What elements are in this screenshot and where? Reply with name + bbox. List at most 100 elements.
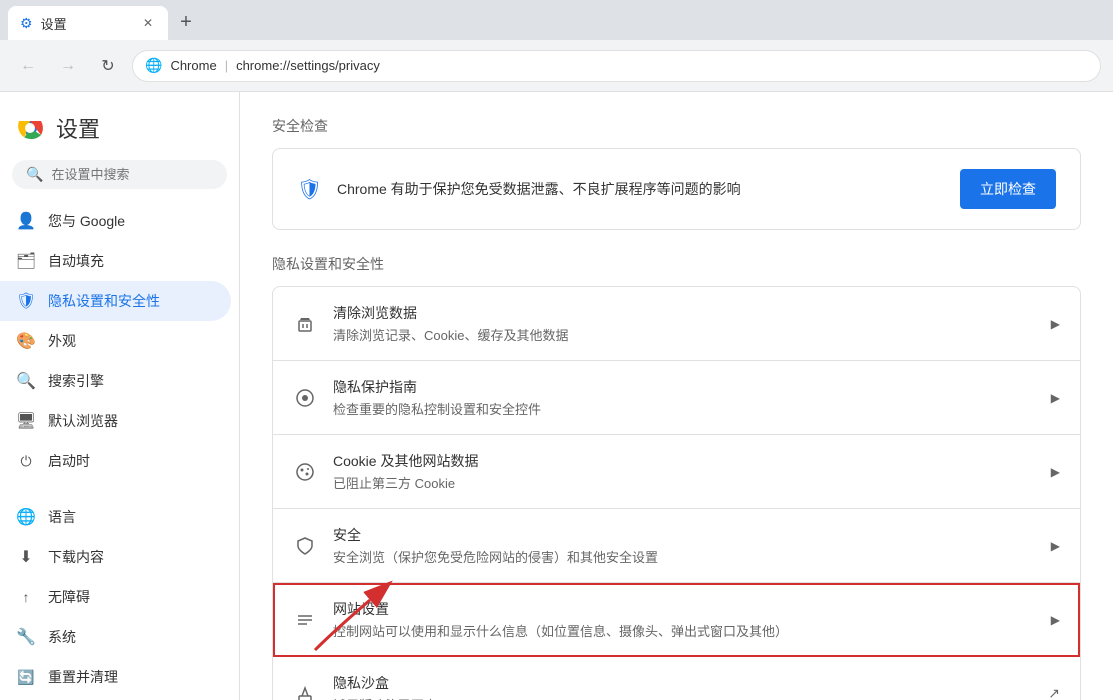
sidebar-label-reset: 重置并清理 <box>48 667 118 687</box>
settings-list: 清除浏览数据 清除浏览记录、Cookie、缓存及其他数据 ▶ 隐私保护指南 检查… <box>272 286 1081 700</box>
tab-close-button[interactable]: ✕ <box>140 15 156 31</box>
privacy-section-title: 隐私设置和安全性 <box>272 254 1081 274</box>
sidebar-label-google: 您与 Google <box>48 211 125 231</box>
main-area: 设置 🔍 👤 您与 Google 🗂 自动填充 🛡 隐私设置和安全性 <box>0 92 1113 700</box>
settings-item-cookies[interactable]: Cookie 及其他网站数据 已阻止第三方 Cookie ▶ <box>273 435 1080 509</box>
settings-item-site-settings[interactable]: 网站设置 控制网站可以使用和显示什么信息（如位置信息、摄像头、弹出式窗口及其他）… <box>273 583 1080 657</box>
settings-tab[interactable]: ⚙ 设置 ✕ <box>8 6 168 40</box>
startup-icon: ⏻ <box>16 451 36 471</box>
system-icon: 🔧 <box>16 627 36 647</box>
accessibility-icon: ↑ <box>16 587 36 607</box>
search-bar[interactable]: 🔍 <box>12 160 227 189</box>
url-bar[interactable]: 🌐 Chrome | chrome://settings/privacy <box>132 50 1101 82</box>
sidebar-item-accessibility[interactable]: ↑ 无障碍 <box>0 577 231 617</box>
sidebar-label-system: 系统 <box>48 627 76 647</box>
tab-bar: ⚙ 设置 ✕ + <box>0 0 1113 40</box>
site-settings-content: 网站设置 控制网站可以使用和显示什么信息（如位置信息、摄像头、弹出式窗口及其他） <box>333 599 1035 640</box>
download-icon: ⬇ <box>16 547 36 567</box>
sidebar-label-autofill: 自动填充 <box>48 251 104 271</box>
security-desc: 安全浏览（保护您免受危险网站的侵害）和其他安全设置 <box>333 547 1035 566</box>
url-separator: | <box>225 58 228 73</box>
check-now-button[interactable]: 立即检查 <box>960 169 1056 209</box>
sidebar-header: 设置 <box>0 100 239 160</box>
browser-frame: ⚙ 设置 ✕ + ← → ↻ 🌐 Chrome | chrome://setti… <box>0 0 1113 700</box>
autofill-icon: 🗂 <box>16 251 36 271</box>
clear-browsing-name: 清除浏览数据 <box>333 303 1035 323</box>
back-button[interactable]: ← <box>12 50 44 82</box>
cookies-desc: 已阻止第三方 Cookie <box>333 473 1035 492</box>
security-name: 安全 <box>333 525 1035 545</box>
security-card: 🛡 Chrome 有助于保护您免受数据泄露、不良扩展程序等问题的影响 立即检查 <box>272 148 1081 230</box>
new-tab-button[interactable]: + <box>170 6 202 38</box>
tab-settings-icon: ⚙ <box>20 15 33 32</box>
sandbox-name: 隐私沙盒 <box>333 673 1032 693</box>
sandbox-external-icon: ↗ <box>1048 685 1060 700</box>
clear-browsing-icon <box>293 312 317 336</box>
sidebar-item-reset[interactable]: 🔄 重置并清理 <box>0 657 231 697</box>
sidebar-label-browser: 默认浏览器 <box>48 411 118 431</box>
reset-icon: 🔄 <box>16 667 36 687</box>
url-brand: Chrome <box>170 58 216 73</box>
search-icon: 🔍 <box>26 166 43 183</box>
security-content: 安全 安全浏览（保护您免受危险网站的侵害）和其他安全设置 <box>333 525 1035 566</box>
chrome-logo-icon <box>16 114 44 142</box>
sidebar-item-default-browser[interactable]: 🖥 默认浏览器 <box>0 401 231 441</box>
sidebar: 设置 🔍 👤 您与 Google 🗂 自动填充 🛡 隐私设置和安全性 <box>0 92 240 700</box>
privacy-shield-icon: 🛡 <box>16 291 36 311</box>
sidebar-item-google[interactable]: 👤 您与 Google <box>0 201 231 241</box>
sandbox-icon <box>293 682 317 700</box>
sandbox-content: 隐私沙盒 试用版功能已开启 <box>333 673 1032 700</box>
privacy-guide-name: 隐私保护指南 <box>333 377 1035 397</box>
privacy-guide-icon <box>293 386 317 410</box>
security-item-icon <box>293 534 317 558</box>
url-globe-icon: 🌐 <box>145 57 162 74</box>
content-area: 安全检查 🛡 Chrome 有助于保护您免受数据泄露、不良扩展程序等问题的影响 … <box>240 92 1113 700</box>
cookies-icon <box>293 460 317 484</box>
address-bar: ← → ↻ 🌐 Chrome | chrome://settings/priva… <box>0 40 1113 92</box>
refresh-button[interactable]: ↻ <box>92 50 124 82</box>
site-settings-name: 网站设置 <box>333 599 1035 619</box>
sidebar-label-accessibility: 无障碍 <box>48 587 90 607</box>
cookies-content: Cookie 及其他网站数据 已阻止第三方 Cookie <box>333 451 1035 492</box>
language-icon: 🌐 <box>16 507 36 527</box>
settings-item-security[interactable]: 安全 安全浏览（保护您免受危险网站的侵害）和其他安全设置 ▶ <box>273 509 1080 583</box>
google-account-icon: 👤 <box>16 211 36 231</box>
privacy-guide-desc: 检查重要的隐私控制设置和安全控件 <box>333 399 1035 418</box>
sidebar-label-appearance: 外观 <box>48 331 76 351</box>
search-input[interactable] <box>51 167 213 182</box>
sidebar-item-startup[interactable]: ⏻ 启动时 <box>0 441 231 481</box>
clear-browsing-content: 清除浏览数据 清除浏览记录、Cookie、缓存及其他数据 <box>333 303 1035 344</box>
settings-item-sandbox[interactable]: 隐私沙盒 试用版功能已开启 ↗ <box>273 657 1080 700</box>
sidebar-label-startup: 启动时 <box>48 451 90 471</box>
sidebar-item-download[interactable]: ⬇ 下载内容 <box>0 537 231 577</box>
privacy-guide-content: 隐私保护指南 检查重要的隐私控制设置和安全控件 <box>333 377 1035 418</box>
sidebar-item-appearance[interactable]: 🎨 外观 <box>0 321 231 361</box>
forward-button[interactable]: → <box>52 50 84 82</box>
sidebar-app-title: 设置 <box>56 112 100 144</box>
search-engine-icon: 🔍 <box>16 371 36 391</box>
sidebar-item-system[interactable]: 🔧 系统 <box>0 617 231 657</box>
security-card-text: Chrome 有助于保护您免受数据泄露、不良扩展程序等问题的影响 <box>337 179 944 199</box>
settings-item-clear-browsing[interactable]: 清除浏览数据 清除浏览记录、Cookie、缓存及其他数据 ▶ <box>273 287 1080 361</box>
cookies-arrow: ▶ <box>1051 465 1060 479</box>
sidebar-item-language[interactable]: 🌐 语言 <box>0 497 231 537</box>
sidebar-item-search[interactable]: 🔍 搜索引擎 <box>0 361 231 401</box>
search-container: 🔍 <box>0 160 239 201</box>
sandbox-desc: 试用版功能已开启 <box>333 695 1032 700</box>
tab-settings-label: 设置 <box>41 14 67 33</box>
cookies-name: Cookie 及其他网站数据 <box>333 451 1035 471</box>
settings-item-privacy-guide[interactable]: 隐私保护指南 检查重要的隐私控制设置和安全控件 ▶ <box>273 361 1080 435</box>
security-check-title: 安全检查 <box>272 116 1081 136</box>
site-settings-icon <box>293 608 317 632</box>
sidebar-item-privacy[interactable]: 🛡 隐私设置和安全性 <box>0 281 231 321</box>
default-browser-icon: 🖥 <box>16 411 36 431</box>
clear-browsing-desc: 清除浏览记录、Cookie、缓存及其他数据 <box>333 325 1035 344</box>
sidebar-label-search: 搜索引擎 <box>48 371 104 391</box>
appearance-icon: 🎨 <box>16 331 36 351</box>
sidebar-item-autofill[interactable]: 🗂 自动填充 <box>0 241 231 281</box>
sidebar-label-privacy: 隐私设置和安全性 <box>48 291 160 311</box>
site-settings-desc: 控制网站可以使用和显示什么信息（如位置信息、摄像头、弹出式窗口及其他） <box>333 621 1035 640</box>
url-path: chrome://settings/privacy <box>236 58 380 73</box>
security-shield-icon: 🛡 <box>297 177 321 201</box>
site-settings-arrow: ▶ <box>1051 613 1060 627</box>
